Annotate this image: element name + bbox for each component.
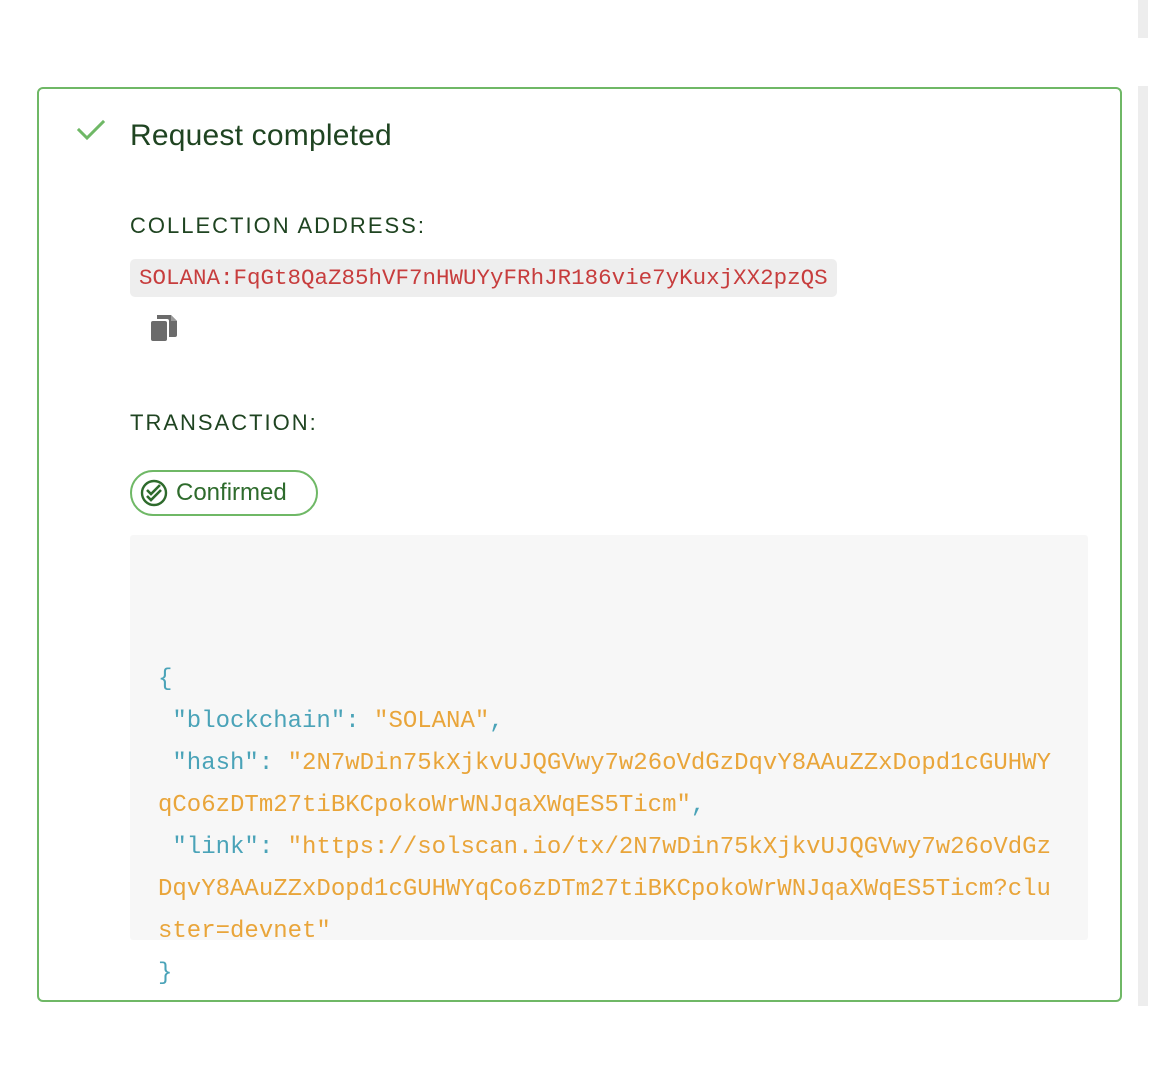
scrollbar-track[interactable] (1138, 86, 1148, 1006)
json-key: "hash" (172, 750, 259, 777)
collection-address-label: COLLECTION ADDRESS: (130, 213, 426, 238)
copy-icon[interactable] (147, 311, 181, 345)
check-icon (77, 119, 105, 141)
json-field-blockchain: "blockchain": "SOLANA", (172, 708, 504, 735)
result-card: Request completed COLLECTION ADDRESS: SO… (37, 87, 1122, 1002)
result-title: Request completed (130, 119, 392, 152)
transaction-label: TRANSACTION: (130, 410, 318, 435)
json-value: "SOLANA" (374, 708, 490, 735)
scrollbar-track-top[interactable] (1138, 0, 1148, 38)
status-badge-label: Confirmed (176, 479, 287, 506)
double-check-icon (140, 479, 168, 507)
json-value: "2N7wDin75kXjkvUJQGVwy7w26oVdGzDqvY8AAuZ… (158, 750, 1051, 819)
json-open-brace: { (158, 666, 173, 693)
collection-address-value[interactable]: SOLANA:FqGt8QaZ85hVF7nHWUYyFRhJR186vie7y… (130, 259, 837, 297)
json-key: "link" (172, 834, 259, 861)
json-close-brace: } (158, 960, 173, 987)
json-field-hash: "hash": "2N7wDin75kXjkvUJQGVwy7w26oVdGzD… (158, 750, 1051, 819)
transaction-json: { "blockchain": "SOLANA", "hash": "2N7wD… (130, 535, 1088, 987)
json-field-link: "link": "https://solscan.io/tx/2N7wDin75… (158, 834, 1051, 945)
status-badge: Confirmed (130, 470, 318, 516)
json-value: "https://solscan.io/tx/2N7wDin75kXjkvUJQ… (158, 834, 1051, 945)
json-key: "blockchain" (172, 708, 346, 735)
